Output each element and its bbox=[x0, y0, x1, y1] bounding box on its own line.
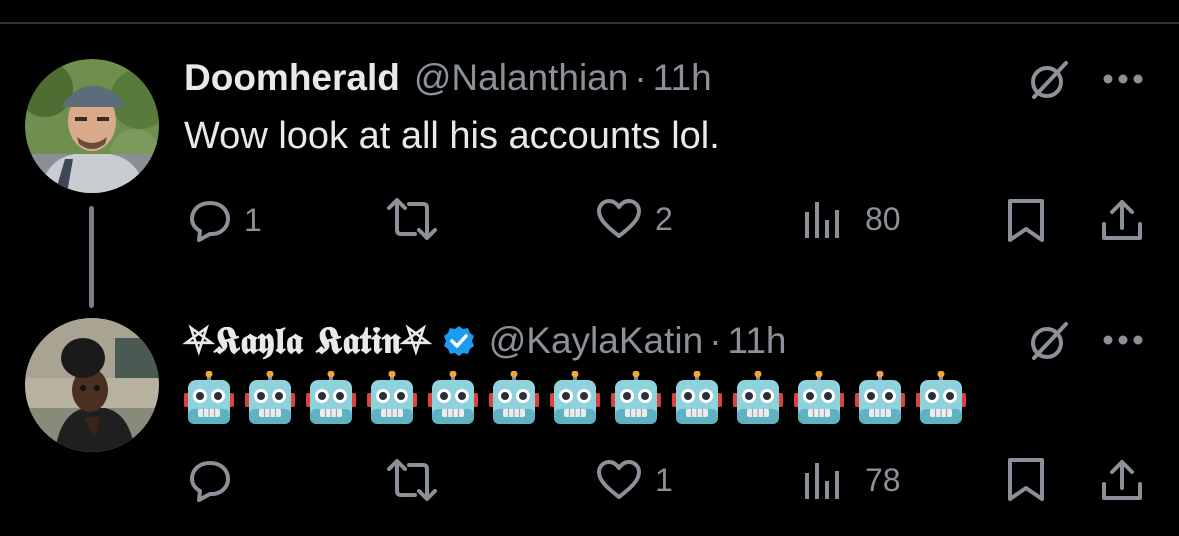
top-divider bbox=[0, 22, 1179, 24]
robot-face-emoji bbox=[245, 370, 295, 426]
robot-face-emoji bbox=[672, 370, 722, 426]
heart-icon bbox=[597, 460, 641, 499]
reply-icon bbox=[190, 461, 230, 502]
robot-face-emoji bbox=[733, 370, 783, 426]
display-name[interactable]: Doomherald bbox=[184, 57, 400, 99]
bookmark-button[interactable] bbox=[1006, 198, 1046, 244]
grok-icon[interactable] bbox=[1026, 318, 1072, 364]
views-button[interactable]: 78 bbox=[803, 459, 901, 501]
like-count: 1 bbox=[655, 461, 673, 498]
like-count: 2 bbox=[655, 200, 673, 237]
analytics-icon bbox=[805, 463, 839, 499]
robot-face-emoji bbox=[611, 370, 661, 426]
robot-face-emoji bbox=[367, 370, 417, 426]
repost-icon bbox=[387, 459, 437, 501]
share-icon bbox=[1102, 200, 1142, 240]
heart-icon bbox=[597, 199, 641, 238]
bookmark-button[interactable] bbox=[1006, 457, 1046, 503]
tweet-2-header: ⛧𝕶𝖆𝖞𝖑𝖆 𝕶𝖆𝖙𝖎𝖓⛧ @KaylaKatin · 11h bbox=[184, 318, 787, 363]
like-button[interactable]: 2 bbox=[596, 198, 673, 240]
thread-connector-line bbox=[89, 206, 94, 308]
robot-face-emoji bbox=[916, 370, 966, 426]
share-button[interactable] bbox=[1100, 458, 1144, 502]
more-options-icon[interactable] bbox=[1101, 72, 1145, 86]
robot-face-emoji bbox=[794, 370, 844, 426]
grok-icon[interactable] bbox=[1026, 57, 1072, 103]
tweet-emoji-text bbox=[184, 370, 977, 426]
like-button[interactable]: 1 bbox=[596, 459, 673, 501]
username-handle[interactable]: @Nalanthian bbox=[414, 57, 628, 99]
separator-dot: · bbox=[709, 319, 722, 361]
bookmark-icon bbox=[1008, 199, 1044, 242]
tweet-text: Wow look at all his accounts lol. bbox=[184, 115, 720, 157]
separator-dot: · bbox=[634, 57, 647, 98]
analytics-icon bbox=[805, 202, 839, 238]
avatar-doomherald[interactable] bbox=[25, 59, 159, 193]
more-options-icon[interactable] bbox=[1101, 333, 1145, 347]
repost-button[interactable] bbox=[383, 198, 441, 240]
username-handle[interactable]: @KaylaKatin bbox=[489, 320, 703, 362]
share-button[interactable] bbox=[1100, 198, 1144, 242]
view-count: 80 bbox=[865, 200, 901, 237]
reply-button[interactable]: 1 bbox=[188, 198, 262, 242]
bookmark-icon bbox=[1008, 458, 1044, 501]
repost-icon bbox=[387, 198, 437, 240]
robot-face-emoji bbox=[550, 370, 600, 426]
tweet-1-header: Doomherald @Nalanthian · 11h bbox=[184, 57, 712, 99]
avatar-kaylakatin[interactable] bbox=[25, 318, 159, 452]
robot-face-emoji bbox=[855, 370, 905, 426]
view-count: 78 bbox=[865, 461, 901, 498]
verified-badge-icon[interactable] bbox=[443, 325, 475, 357]
reply-icon bbox=[190, 201, 230, 242]
robot-face-emoji bbox=[489, 370, 539, 426]
display-name[interactable]: ⛧𝕶𝖆𝖞𝖑𝖆 𝕶𝖆𝖙𝖎𝖓⛧ bbox=[184, 318, 431, 363]
robot-face-emoji bbox=[428, 370, 478, 426]
robot-face-emoji bbox=[306, 370, 356, 426]
share-icon bbox=[1102, 460, 1142, 500]
reply-button[interactable] bbox=[188, 458, 244, 502]
views-button[interactable]: 80 bbox=[803, 198, 901, 240]
robot-face-emoji bbox=[184, 370, 234, 426]
timestamp[interactable]: 11h bbox=[653, 57, 712, 99]
repost-button[interactable] bbox=[383, 459, 441, 501]
timestamp[interactable]: 11h bbox=[728, 320, 787, 362]
reply-count: 1 bbox=[244, 201, 262, 238]
